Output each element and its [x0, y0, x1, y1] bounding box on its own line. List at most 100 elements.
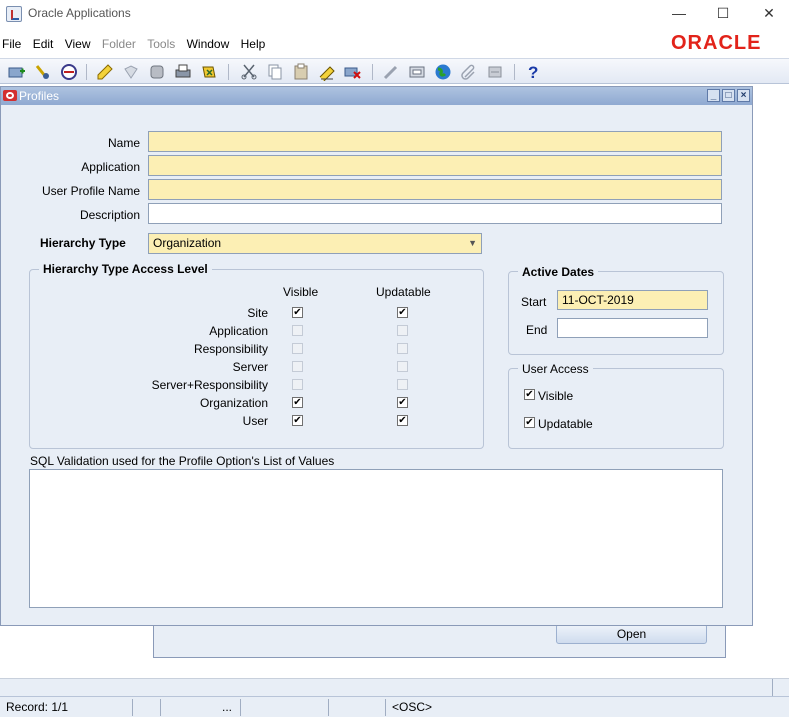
toolbar-separator — [228, 64, 229, 80]
application-label: Application — [81, 160, 140, 174]
menu-edit[interactable]: Edit — [33, 34, 54, 54]
title-bar: Oracle Applications — ☐ ✕ — [0, 0, 789, 30]
menu-bar: File Edit View Folder Tools Window Help — [0, 34, 660, 54]
close-form-icon[interactable] — [200, 63, 218, 81]
oracle-o-icon — [3, 90, 17, 101]
zoom-icon[interactable] — [408, 63, 426, 81]
switch-responsibility-icon[interactable] — [148, 63, 166, 81]
minimize-button[interactable]: — — [664, 4, 694, 24]
user-access-visible-label: Visible — [538, 389, 574, 403]
attachments-icon[interactable] — [460, 63, 478, 81]
updatable-checkbox[interactable]: ✔ — [397, 397, 408, 408]
print-icon[interactable] — [174, 63, 192, 81]
message-panel — [0, 678, 789, 696]
toolbar-separator — [514, 64, 515, 80]
open-button[interactable]: Open — [556, 624, 707, 644]
name-field[interactable] — [148, 131, 722, 152]
hierarchy-type-select[interactable]: Organization ▼ — [148, 233, 482, 254]
new-record-icon[interactable] — [8, 63, 26, 81]
window-title: Oracle Applications — [28, 6, 131, 20]
toolbar: ? — [0, 58, 789, 84]
updatable-column-header: Updatable — [376, 285, 431, 299]
svg-text:?: ? — [528, 63, 538, 81]
active-dates-group — [508, 271, 724, 355]
toolbar-separator — [86, 64, 87, 80]
oracle-logo: ORACLE — [671, 32, 762, 54]
user-profile-name-label: User Profile Name — [41, 184, 140, 198]
updatable-checkbox[interactable] — [397, 325, 408, 336]
profiles-title: Profiles — [19, 89, 60, 103]
menu-file[interactable]: File — [2, 34, 21, 54]
profiles-close-button[interactable]: × — [737, 89, 750, 102]
status-cell — [133, 699, 161, 716]
end-date-label: End — [526, 323, 548, 337]
profiles-maximize-button[interactable]: □ — [722, 89, 735, 102]
chevron-down-icon: ▼ — [468, 238, 477, 248]
profiles-window: Profiles _ □ × Name Application User Pro… — [0, 86, 753, 626]
active-dates-title: Active Dates — [518, 265, 599, 279]
visible-checkbox[interactable] — [292, 361, 303, 372]
next-step-icon[interactable] — [122, 63, 140, 81]
updatable-checkbox[interactable] — [397, 343, 408, 354]
application-field[interactable] — [148, 155, 722, 176]
menu-folder[interactable]: Folder — [102, 34, 136, 54]
start-date-label: Start — [521, 295, 547, 309]
visible-checkbox[interactable] — [292, 343, 303, 354]
name-label: Name — [107, 136, 140, 150]
java-app-icon — [6, 6, 22, 22]
folder-tools-icon[interactable] — [486, 63, 504, 81]
user-access-title: User Access — [518, 362, 593, 376]
updatable-checkbox[interactable]: ✔ — [397, 307, 408, 318]
updatable-checkbox[interactable]: ✔ — [397, 415, 408, 426]
panel-divider — [772, 679, 773, 696]
paste-icon[interactable] — [292, 63, 310, 81]
toolbar-separator — [372, 64, 373, 80]
save-icon[interactable] — [96, 63, 114, 81]
sql-validation-label: SQL Validation used for the Profile Opti… — [30, 454, 335, 468]
close-button[interactable]: ✕ — [754, 4, 784, 24]
menu-window[interactable]: Window — [187, 34, 230, 54]
maximize-button[interactable]: ☐ — [708, 4, 738, 24]
navigator-icon[interactable] — [60, 63, 78, 81]
status-cell — [329, 699, 386, 716]
access-row-label: Application — [209, 324, 268, 338]
description-label: Description — [79, 208, 140, 222]
access-row-label: User — [242, 414, 268, 428]
delete-record-icon[interactable] — [344, 63, 362, 81]
updatable-checkbox[interactable] — [397, 379, 408, 390]
edit-field-icon[interactable] — [382, 63, 400, 81]
profiles-minimize-button[interactable]: _ — [707, 89, 720, 102]
visible-column-header: Visible — [283, 285, 319, 299]
end-date-field[interactable] — [557, 318, 708, 338]
osc-indicator: <OSC> — [392, 700, 433, 714]
visible-checkbox[interactable]: ✔ — [292, 307, 303, 318]
updatable-checkbox[interactable] — [397, 361, 408, 372]
visible-checkbox[interactable] — [292, 379, 303, 390]
help-icon[interactable]: ? — [524, 63, 542, 81]
menu-help[interactable]: Help — [241, 34, 266, 54]
hierarchy-type-value: Organization — [153, 236, 222, 250]
start-date-field[interactable]: 11-OCT-2019 — [557, 290, 708, 310]
access-row-label: Organization — [199, 396, 268, 410]
menu-view[interactable]: View — [65, 34, 91, 54]
visible-checkbox[interactable] — [292, 325, 303, 336]
translations-icon[interactable] — [434, 63, 452, 81]
description-field[interactable] — [148, 203, 722, 224]
profiles-title-bar[interactable]: Profiles _ □ × — [1, 87, 752, 105]
user-access-updatable-checkbox[interactable]: ✔ — [524, 417, 535, 428]
user-access-visible-checkbox[interactable]: ✔ — [524, 389, 535, 400]
hierarchy-type-label: Hierarchy Type — [40, 236, 126, 250]
user-access-updatable-label: Updatable — [538, 417, 593, 431]
user-profile-name-field[interactable] — [148, 179, 722, 200]
visible-checkbox[interactable]: ✔ — [292, 397, 303, 408]
menu-tools[interactable]: Tools — [147, 34, 175, 54]
find-icon[interactable] — [34, 63, 52, 81]
status-ellipsis: ... — [161, 699, 241, 716]
status-bar: Record: 1/1 ... <OSC> — [0, 696, 789, 717]
visible-checkbox[interactable]: ✔ — [292, 415, 303, 426]
cut-icon[interactable] — [240, 63, 258, 81]
sql-validation-textarea[interactable] — [29, 469, 723, 608]
access-row-label: Server — [232, 360, 268, 374]
clear-record-icon[interactable] — [318, 63, 336, 81]
copy-icon[interactable] — [266, 63, 284, 81]
